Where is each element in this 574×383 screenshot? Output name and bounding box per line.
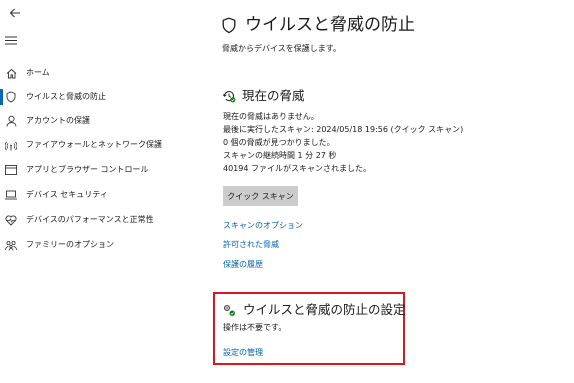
family-icon [5,238,17,252]
sidebar-item-label: ファミリーのオプション [26,240,114,249]
current-threats-header: 現在の脅威 [222,88,305,104]
sidebar-item-label: アプリとブラウザー コントロール [26,165,149,174]
scan-status: 現在の脅威はありません。 最後に実行したスキャン: 2024/05/18 19:… [223,110,463,175]
person-icon [5,114,17,128]
settings-status: 操作は不要です。 [223,323,287,332]
quick-scan-button[interactable]: クイック スキャン [223,186,298,206]
section-title: 現在の脅威 [242,88,305,103]
manage-settings-link[interactable]: 設定の管理 [223,347,263,359]
history-check-icon [222,89,236,103]
sidebar-item-virus-protection[interactable]: ウイルスと脅威の防止 [0,86,204,108]
sidebar-item-device-health[interactable]: デバイスのパフォーマンスと正常性 [0,209,204,231]
menu-button[interactable] [3,33,19,47]
sidebar-item-label: ウイルスと脅威の防止 [26,92,106,101]
main-content: ウイルスと脅威の防止 脅威からデバイスを保護します。 現在の脅威 現在の脅威はあ… [205,0,574,383]
sidebar-item-device-security[interactable]: デバイス セキュリティ [0,184,204,206]
shield-icon [5,90,17,104]
settings-gear-icon [223,303,237,317]
section-title: ウイルスと脅威の防止の設定 [243,302,406,317]
sidebar-item-label: アカウントの保護 [26,116,90,125]
back-button[interactable] [4,4,26,22]
sidebar-item-label: ホーム [26,68,50,77]
page-subtitle: 脅威からデバイスを保護します。 [222,44,341,53]
status-line: 最後に実行したスキャン: 2024/05/18 19:56 (クイック スキャン… [223,125,464,134]
page-title: ウイルスと脅威の防止 [245,15,415,35]
status-line: 40194 ファイルがスキャンされました。 [223,164,371,173]
shield-icon [222,16,237,34]
sidebar-item-home[interactable]: ホーム [0,62,204,84]
sidebar-item-label: ファイアウォールとネットワーク保護 [26,140,162,149]
status-line: 0 個の脅威が見つかりました。 [223,138,335,147]
sidebar-item-family[interactable]: ファミリーのオプション [0,234,204,256]
sidebar-item-firewall[interactable]: ファイアウォールとネットワーク保護 [0,134,204,156]
sidebar: ホーム ウイルスと脅威の防止 アカウントの保護 ファイアウォールとネットワーク保… [0,0,204,383]
hamburger-icon [5,36,17,44]
sidebar-item-label: デバイスのパフォーマンスと正常性 [26,215,154,224]
page-header: ウイルスと脅威の防止 [222,14,415,36]
status-line: 現在の脅威はありません。 [223,112,319,121]
allowed-threats-link[interactable]: 許可された脅威 [223,239,279,251]
home-icon [5,66,17,80]
settings-header: ウイルスと脅威の防止の設定 [223,302,406,318]
heart-icon [5,213,17,227]
sidebar-item-account[interactable]: アカウントの保護 [0,110,204,132]
status-line: スキャンの継続時間 1 分 27 秒 [223,151,337,160]
wifi-icon [5,138,17,152]
active-indicator [0,89,3,105]
scan-options-link[interactable]: スキャンのオプション [223,220,303,232]
protection-history-link[interactable]: 保護の履歴 [223,259,263,271]
sidebar-item-app-browser[interactable]: アプリとブラウザー コントロール [0,159,204,181]
sidebar-item-label: デバイス セキュリティ [26,190,108,199]
app-browser-icon [5,163,17,177]
back-arrow-icon [9,8,20,18]
laptop-icon [5,188,17,202]
